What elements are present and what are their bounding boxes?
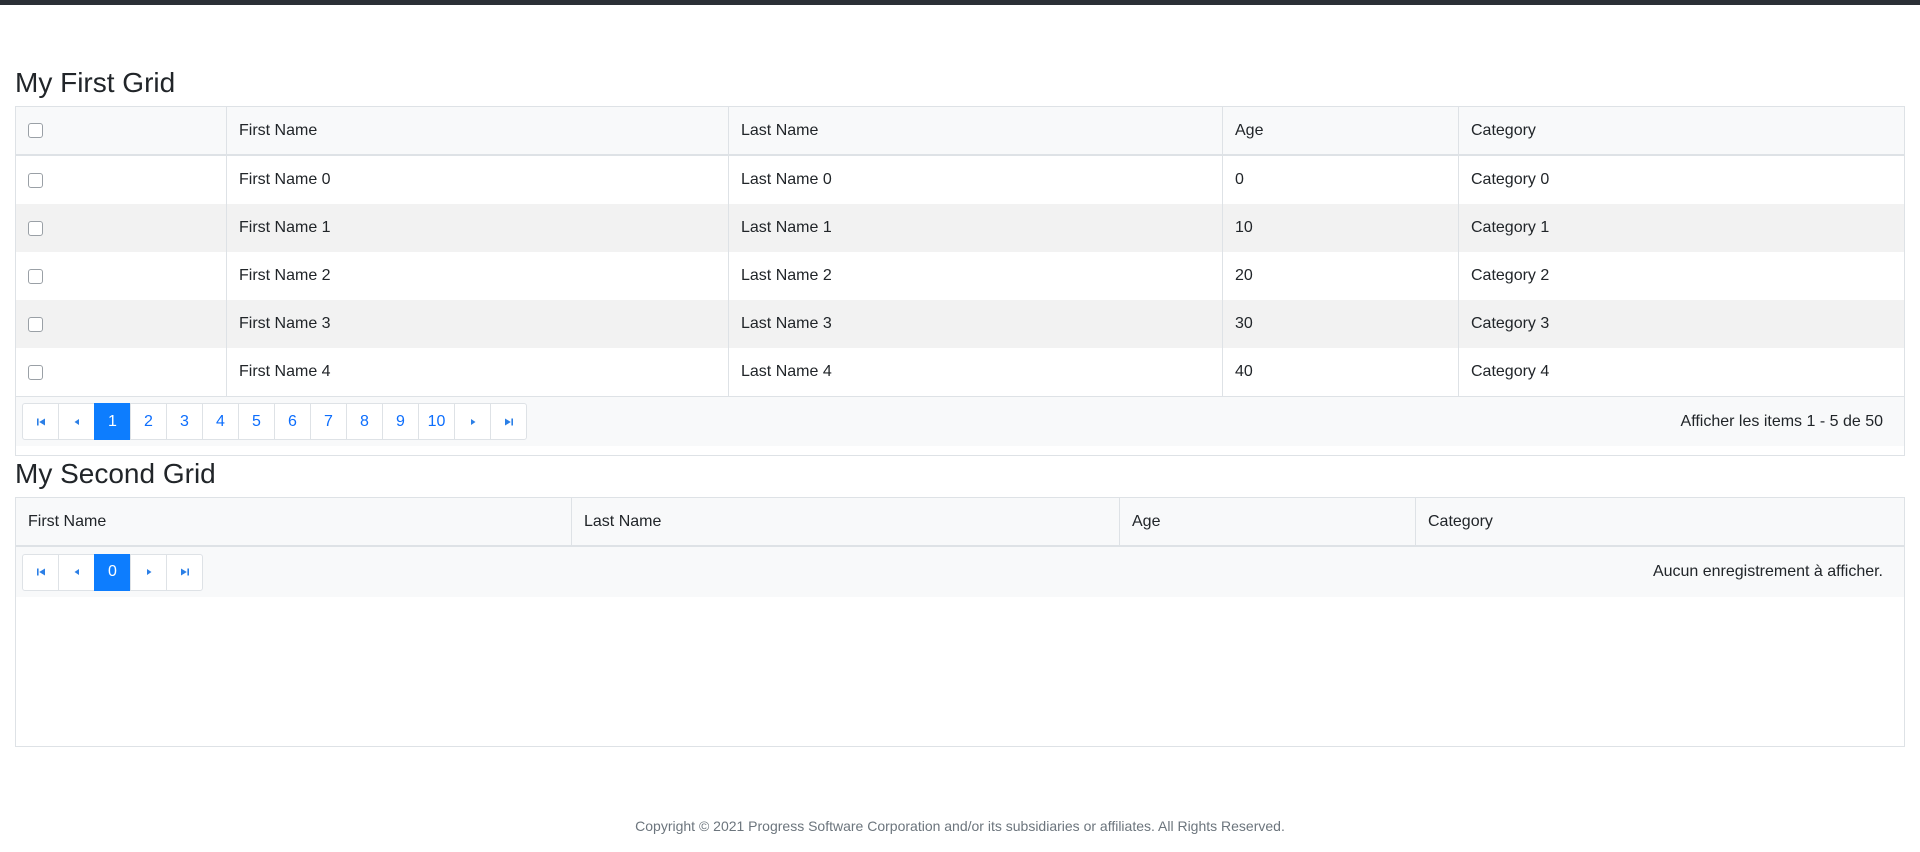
table-row[interactable]: First Name 0 Last Name 0 0 Category 0: [16, 156, 1904, 204]
caret-left-icon: [74, 569, 79, 575]
last-name-cell: Last Name 3: [728, 300, 1222, 348]
age-cell: 20: [1222, 252, 1458, 300]
first-name-cell: First Name 4: [226, 348, 728, 396]
seek-last-icon: [504, 418, 513, 425]
select-all-checkbox[interactable]: [28, 123, 43, 138]
row-select-cell: [16, 348, 226, 396]
last-page-button[interactable]: [490, 403, 527, 440]
age-cell: 40: [1222, 348, 1458, 396]
first-page-button[interactable]: [22, 403, 59, 440]
page-button-2[interactable]: 2: [130, 403, 167, 440]
column-header-first-name[interactable]: First Name: [16, 498, 571, 545]
first-name-cell: First Name 2: [226, 252, 728, 300]
caret-left-icon: [74, 418, 79, 425]
column-header-first-name[interactable]: First Name: [226, 107, 728, 154]
prev-page-button[interactable]: [58, 403, 95, 440]
first-page-button[interactable]: [22, 553, 59, 591]
last-name-cell: Last Name 1: [728, 204, 1222, 252]
category-cell: Category 0: [1458, 156, 1904, 204]
first-name-cell: First Name 0: [226, 156, 728, 204]
category-cell: Category 2: [1458, 252, 1904, 300]
column-header-last-name[interactable]: Last Name: [728, 107, 1222, 154]
next-page-button[interactable]: [454, 403, 491, 440]
page-button-4[interactable]: 4: [202, 403, 239, 440]
next-page-button[interactable]: [130, 553, 167, 591]
table-row[interactable]: First Name 4 Last Name 4 40 Category 4: [16, 348, 1904, 396]
first-name-cell: First Name 3: [226, 300, 728, 348]
age-cell: 10: [1222, 204, 1458, 252]
caret-right-icon: [470, 418, 475, 425]
column-header-age[interactable]: Age: [1119, 498, 1415, 545]
page-button-7[interactable]: 7: [310, 403, 347, 440]
column-header-category[interactable]: Category: [1458, 107, 1904, 154]
column-header-age[interactable]: Age: [1222, 107, 1458, 154]
category-cell: Category 4: [1458, 348, 1904, 396]
second-grid: First Name Last Name Age Category 0 Aucu…: [15, 497, 1905, 747]
seek-first-icon: [36, 418, 45, 425]
last-name-cell: Last Name 2: [728, 252, 1222, 300]
age-cell: 0: [1222, 156, 1458, 204]
page-button-0[interactable]: 0: [94, 553, 131, 591]
grid2-header-row: First Name Last Name Age Category: [16, 498, 1904, 547]
row-checkbox[interactable]: [28, 364, 43, 380]
pager-buttons: 0: [22, 553, 203, 591]
page-button-9[interactable]: 9: [382, 403, 419, 440]
row-checkbox[interactable]: [28, 220, 43, 236]
last-name-cell: Last Name 0: [728, 156, 1222, 204]
table-row[interactable]: First Name 3 Last Name 3 30 Category 3: [16, 300, 1904, 348]
last-name-cell: Last Name 4: [728, 348, 1222, 396]
seek-first-icon: [36, 568, 45, 576]
footer-copyright: Copyright © 2021 Progress Software Corpo…: [635, 818, 1285, 834]
category-cell: Category 1: [1458, 204, 1904, 252]
first-grid: First Name Last Name Age Category First …: [15, 106, 1905, 456]
page-button-1[interactable]: 1: [94, 403, 131, 440]
row-select-cell: [16, 300, 226, 348]
grid2-title: My Second Grid: [15, 458, 216, 489]
top-bar: [0, 0, 1920, 5]
grid1-pager: 1 2 3 4 5 6 7 8 9 10 Afficher les items …: [16, 396, 1904, 446]
select-all-cell: [16, 107, 226, 154]
page-button-10[interactable]: 10: [418, 403, 455, 440]
row-select-cell: [16, 156, 226, 204]
first-name-cell: First Name 1: [226, 204, 728, 252]
table-row[interactable]: First Name 1 Last Name 1 10 Category 1: [16, 204, 1904, 252]
row-checkbox[interactable]: [28, 172, 43, 188]
table-row[interactable]: First Name 2 Last Name 2 20 Category 2: [16, 252, 1904, 300]
page-button-6[interactable]: 6: [274, 403, 311, 440]
pager-info: Afficher les items 1 - 5 de 50: [1680, 412, 1883, 430]
category-cell: Category 3: [1458, 300, 1904, 348]
page-button-8[interactable]: 8: [346, 403, 383, 440]
seek-last-icon: [180, 568, 189, 576]
page-button-5[interactable]: 5: [238, 403, 275, 440]
grid1-header-row: First Name Last Name Age Category: [16, 107, 1904, 156]
column-header-last-name[interactable]: Last Name: [571, 498, 1119, 545]
grid2-pager: 0 Aucun enregistrement à afficher.: [16, 547, 1904, 597]
row-checkbox[interactable]: [28, 268, 43, 284]
grid1-title: My First Grid: [15, 67, 176, 98]
column-header-category[interactable]: Category: [1415, 498, 1904, 545]
pager-buttons: 1 2 3 4 5 6 7 8 9 10: [22, 403, 527, 440]
no-records-message: Aucun enregistrement à afficher.: [1652, 563, 1883, 580]
page-button-3[interactable]: 3: [166, 403, 203, 440]
row-select-cell: [16, 252, 226, 300]
prev-page-button[interactable]: [58, 553, 95, 591]
caret-right-icon: [146, 569, 151, 575]
last-page-button[interactable]: [166, 553, 203, 591]
age-cell: 30: [1222, 300, 1458, 348]
row-checkbox[interactable]: [28, 316, 43, 332]
row-select-cell: [16, 204, 226, 252]
